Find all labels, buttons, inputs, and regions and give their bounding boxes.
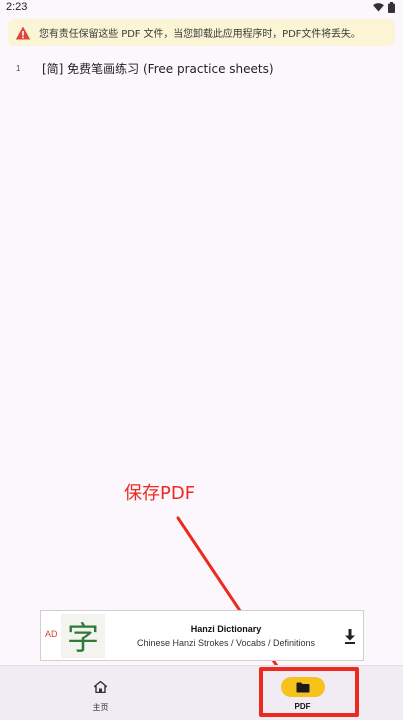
file-index: 1 xyxy=(16,63,21,73)
nav-home-icon-wrap xyxy=(79,677,123,697)
battery-icon xyxy=(388,2,395,13)
ad-label: AD xyxy=(45,629,58,639)
annotation-caption: 保存PDF xyxy=(124,483,196,504)
annotation-highlight-box xyxy=(259,667,359,717)
file-name[interactable]: [简] 免费笔画练习 (Free practice sheets) xyxy=(42,60,274,77)
ad-banner[interactable]: AD 字 Hanzi Dictionary Chinese Hanzi Stro… xyxy=(40,610,364,661)
pdf-file-list: 1 [简] 免费笔画练习 (Free practice sheets) xyxy=(0,56,403,80)
wifi-icon xyxy=(373,3,384,12)
nav-item-home[interactable]: 主页 xyxy=(0,666,201,720)
ad-title: Hanzi Dictionary xyxy=(190,624,262,634)
home-icon xyxy=(94,681,107,693)
status-time: 2:23 xyxy=(6,1,28,13)
nav-home-label: 主页 xyxy=(92,703,109,712)
download-icon[interactable] xyxy=(343,628,357,644)
status-icons xyxy=(373,2,395,13)
warning-icon xyxy=(15,26,31,39)
status-bar: 2:23 xyxy=(0,0,403,16)
ad-image: 字 xyxy=(61,614,105,658)
list-item[interactable]: 1 [简] 免费笔画练习 (Free practice sheets) xyxy=(0,56,403,80)
warning-banner: 您有责任保留这些 PDF 文件，当您卸载此应用程序时，PDF文件将丢失。 xyxy=(8,19,395,46)
ad-subtitle: Chinese Hanzi Strokes / Vocabs / Definit… xyxy=(136,638,316,648)
warning-text: 您有责任保留这些 PDF 文件，当您卸载此应用程序时，PDF文件将丢失。 xyxy=(39,29,361,40)
